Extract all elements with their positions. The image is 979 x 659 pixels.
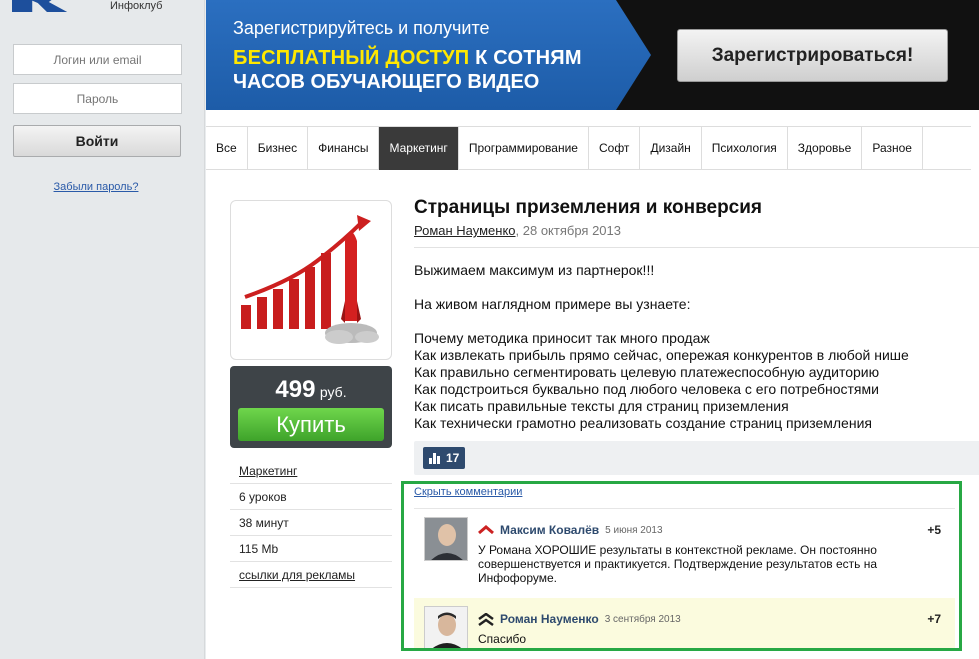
tab-6[interactable]: Дизайн xyxy=(640,127,702,170)
views-badge[interactable]: 17 xyxy=(423,447,466,469)
stats-bar: 17 xyxy=(414,441,979,475)
login-button[interactable]: Войти xyxy=(13,125,181,157)
tab-5[interactable]: Софт xyxy=(589,127,641,170)
price: 499 руб. xyxy=(230,376,392,404)
logo-mark-icon xyxy=(12,0,68,12)
login-input[interactable] xyxy=(13,44,182,75)
article-description: Выжимаем максимум из партнерок!!! На жив… xyxy=(414,262,974,432)
article-point: Почему методика приносит так много прода… xyxy=(414,330,710,346)
article-byline: Роман Науменко, 28 октября 2013 xyxy=(414,223,621,238)
banner-highlight: БЕСПЛАТНЫЙ ДОСТУП xyxy=(233,47,470,69)
article-date: , 28 октября 2013 xyxy=(515,223,621,238)
buy-button[interactable]: Купить xyxy=(238,408,384,441)
site-logo[interactable]: Инфоклуб xyxy=(12,0,162,12)
tab-9[interactable]: Разное xyxy=(862,127,923,170)
promo-banner[interactable]: Зарегистрируйтесь и получите БЕСПЛАТНЫЙ … xyxy=(206,0,979,110)
forgot-password-link[interactable]: Забыли пароль? xyxy=(0,181,192,193)
article-author-link[interactable]: Роман Науменко xyxy=(414,223,516,238)
product-meta-link[interactable]: Маркетинг xyxy=(230,458,392,484)
article-point: Как технически грамотно реализовать созд… xyxy=(414,415,872,431)
views-count: 17 xyxy=(446,451,460,465)
product-meta-item: 38 минут xyxy=(230,510,392,536)
article-points: Почему методика приносит так много прода… xyxy=(414,330,974,432)
product-meta-link[interactable]: ссылки для рекламы xyxy=(230,562,392,588)
banner-line-3: ЧАСОВ ОБУЧАЮЩЕГО ВИДЕО xyxy=(233,71,540,93)
tab-0[interactable]: Все xyxy=(206,127,248,170)
sidebar: Инфоклуб Войти Забыли пароль? xyxy=(0,0,205,659)
rocket-chart-icon xyxy=(241,215,379,344)
tab-3[interactable]: Маркетинг xyxy=(379,127,459,170)
category-tabs: Все Бизнес Финансы Маркетинг Программировани… xyxy=(206,126,971,170)
tab-1[interactable]: Бизнес xyxy=(248,127,309,170)
article-point: Как подстроиться буквально под любого че… xyxy=(414,381,879,397)
article-point: Как правильно сегментировать целевую пла… xyxy=(414,364,880,380)
tab-2[interactable]: Финансы xyxy=(308,127,380,170)
product-image[interactable] xyxy=(230,200,392,360)
banner-line-2: БЕСПЛАТНЫЙ ДОСТУП К СОТНЯМ xyxy=(233,47,582,70)
tab-8[interactable]: Здоровье xyxy=(788,127,863,170)
product-meta-item: 6 уроков xyxy=(230,484,392,510)
article-title: Страницы приземления и конверсия xyxy=(414,197,763,218)
title-divider xyxy=(414,247,979,248)
article-point: Как писать правильные тексты для страниц… xyxy=(414,398,789,414)
article-intro: Выжимаем максимум из партнерок!!! xyxy=(414,262,655,278)
banner-line-2-rest: К СОТНЯМ xyxy=(469,47,582,69)
product-meta-item: 115 Mb xyxy=(230,536,392,562)
price-value: 499 xyxy=(275,376,316,403)
register-button[interactable]: Зарегистрироваться! xyxy=(677,29,948,82)
banner-line-1: Зарегистрируйтесь и получите xyxy=(233,18,490,38)
comments-highlight-frame xyxy=(401,481,962,651)
product-meta: Маркетинг 6 уроков 38 минут 115 Mb ссылки дл… xyxy=(230,458,392,588)
price-box: 499 руб. Купить xyxy=(230,366,392,448)
main-content: Зарегистрируйтесь и получите БЕСПЛАТНЫЙ … xyxy=(206,0,979,659)
article-point: Как извлекать прибыль прямо сейчас, опер… xyxy=(414,347,909,363)
password-input[interactable] xyxy=(13,83,182,114)
logo-text: Инфоклуб xyxy=(110,0,163,12)
article-lead: На живом наглядном примере вы узнаете: xyxy=(414,296,691,312)
price-currency: руб. xyxy=(319,384,347,400)
tab-7[interactable]: Психология xyxy=(702,127,788,170)
bar-chart-icon xyxy=(429,452,440,464)
tab-4[interactable]: Программирование xyxy=(459,127,589,170)
